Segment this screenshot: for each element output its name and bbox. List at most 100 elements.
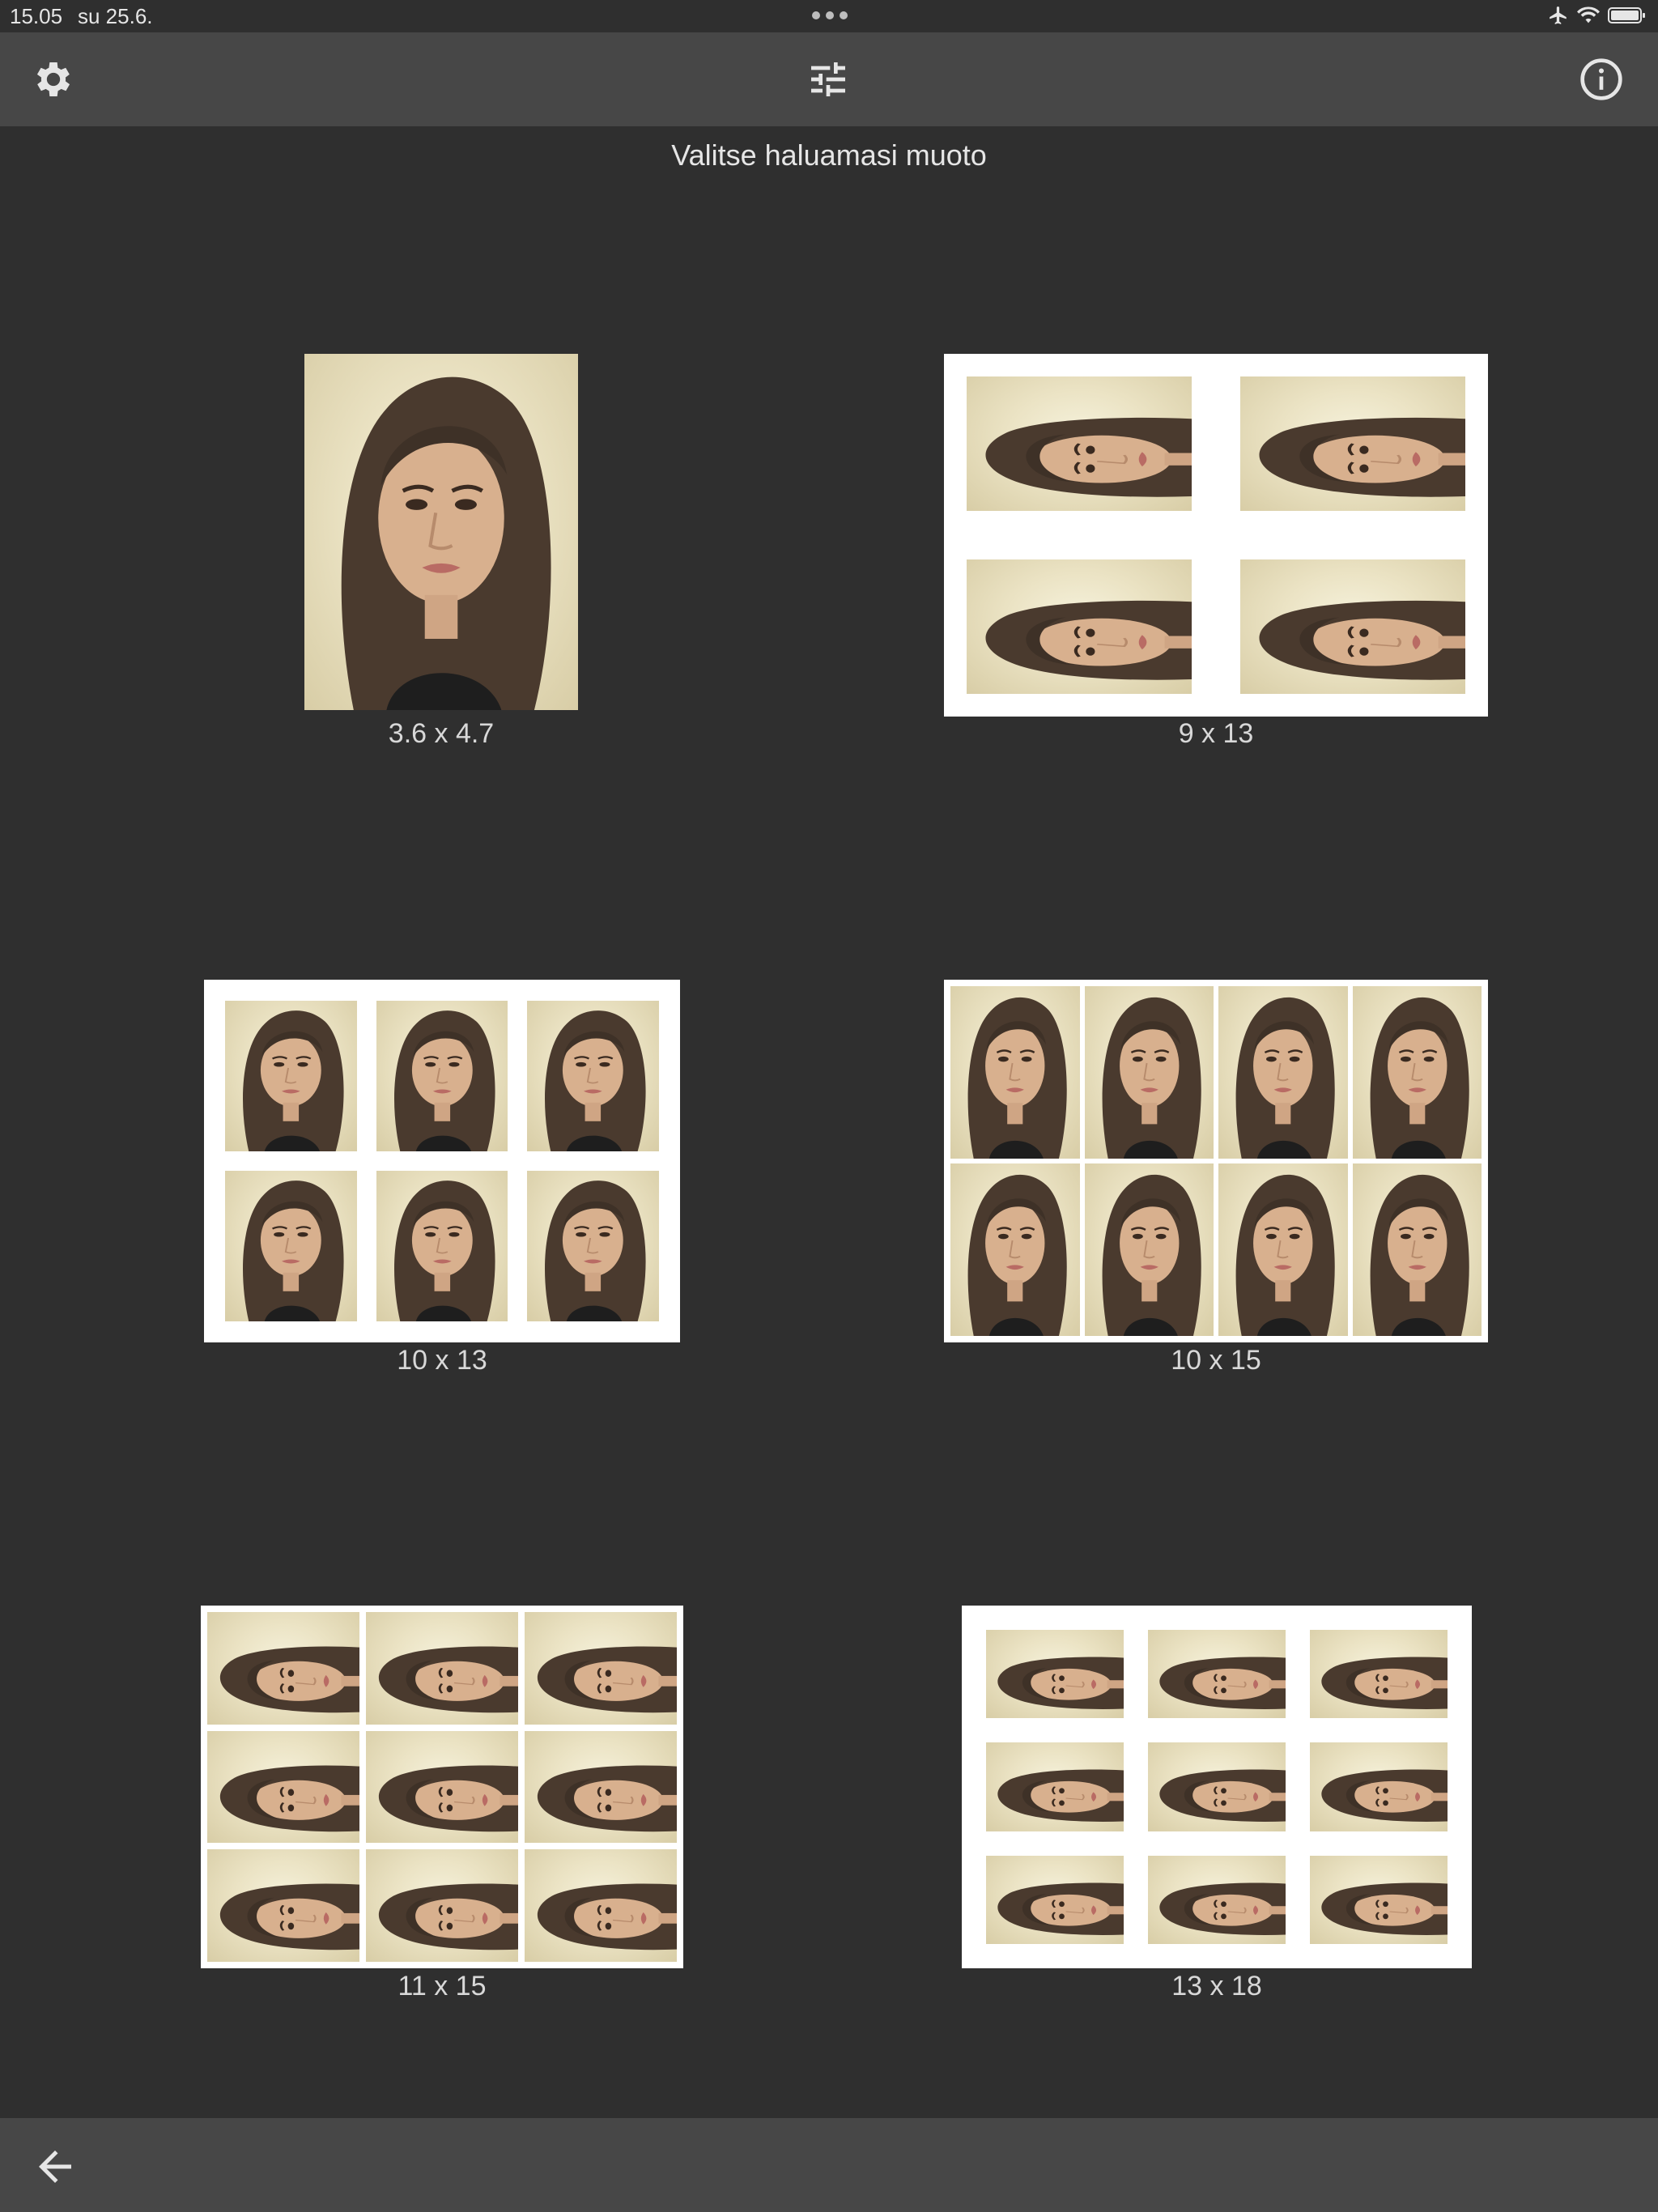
passport-photo-thumbnail <box>1084 986 1214 1159</box>
portrait-face <box>1102 997 1201 1159</box>
bottom-toolbar <box>0 2118 1658 2212</box>
portrait-face <box>985 600 1192 680</box>
passport-photo-thumbnail <box>950 1163 1080 1336</box>
passport-photo-thumbnail <box>207 1612 359 1725</box>
passport-photo-thumbnail <box>1310 1855 1448 1944</box>
portrait-face <box>1159 1882 1286 1935</box>
portrait-face <box>1259 417 1465 497</box>
passport-photo-thumbnail <box>366 1612 518 1725</box>
passport-photo-thumbnail <box>525 1612 677 1725</box>
passport-photo-thumbnail <box>366 1849 518 1962</box>
portrait-face <box>378 1765 518 1831</box>
print-sheet-preview <box>962 1606 1472 1968</box>
passport-photo-thumbnail <box>950 986 1080 1159</box>
portrait-face <box>985 417 1192 497</box>
passport-photo-thumbnail <box>525 1730 677 1844</box>
format-label: 11 x 15 <box>397 1971 487 2001</box>
portrait-face <box>1235 1174 1335 1336</box>
format-label: 3.6 x 4.7 <box>388 718 495 749</box>
portrait-face <box>1159 1657 1286 1709</box>
portrait-face <box>537 1765 677 1831</box>
print-sheet-preview <box>201 1606 683 1968</box>
passport-photo-thumbnail <box>207 1849 359 1962</box>
gear-icon <box>36 62 70 96</box>
passport-photo-thumbnail <box>366 1730 518 1844</box>
print-sheet-preview <box>944 980 1488 1342</box>
passport-photo-thumbnail <box>986 1630 1124 1719</box>
portrait-face <box>997 1882 1124 1935</box>
passport-photo-thumbnail <box>525 1849 677 1962</box>
passport-photo-thumbnail <box>1148 1855 1286 1944</box>
format-option[interactable]: 11 x 15 <box>201 1606 683 2009</box>
passport-photo-thumbnail <box>1084 1163 1214 1336</box>
passport-photo-thumbnail <box>1310 1742 1448 1831</box>
portrait-face <box>1321 1657 1448 1709</box>
arrow-left-icon <box>39 2150 71 2183</box>
portrait-face <box>219 1883 359 1950</box>
portrait-face <box>997 1657 1124 1709</box>
portrait-face <box>997 1769 1124 1823</box>
page-title: Valitse haluamasi muoto <box>671 138 987 172</box>
format-option[interactable]: 3.6 x 4.7 <box>304 354 578 756</box>
portrait-face <box>1259 600 1465 680</box>
passport-photo-thumbnail <box>527 1001 659 1151</box>
portrait-face <box>341 376 551 710</box>
format-option[interactable]: 13 x 18 <box>962 1606 1472 2009</box>
print-sheet-preview <box>304 354 578 710</box>
format-label: 9 x 13 <box>1178 718 1254 749</box>
passport-photo-thumbnail <box>1148 1742 1286 1831</box>
portrait-face <box>378 1883 518 1950</box>
passport-photo-thumbnail <box>376 1001 508 1151</box>
portrait-face <box>1102 1174 1201 1336</box>
portrait-face <box>219 1765 359 1831</box>
status-date: su 25.6. <box>78 4 153 28</box>
passport-photo-thumbnail <box>1148 1630 1286 1719</box>
format-label: 10 x 15 <box>1171 1345 1261 1376</box>
format-option[interactable]: 10 x 13 <box>204 980 680 1383</box>
portrait-face <box>537 1646 677 1713</box>
sliders-icon <box>811 62 845 96</box>
passport-photo-thumbnail <box>225 1171 357 1321</box>
format-label: 10 x 13 <box>397 1345 487 1376</box>
passport-photo-thumbnail <box>1218 986 1348 1159</box>
portrait-face <box>967 997 1067 1159</box>
adjust-button[interactable] <box>804 55 852 104</box>
passport-photo-thumbnail <box>376 1171 508 1321</box>
print-sheet-preview <box>944 354 1488 717</box>
portrait-face <box>545 1180 646 1321</box>
portrait-face <box>1235 997 1335 1159</box>
status-time: 15.05 <box>10 4 63 28</box>
passport-photo-thumbnail <box>967 376 1192 511</box>
passport-photo-thumbnail <box>1310 1630 1448 1719</box>
format-option[interactable]: 9 x 13 <box>944 354 1488 756</box>
portrait-face <box>393 1010 495 1151</box>
passport-photo-thumbnail <box>1240 376 1465 511</box>
passport-photo-thumbnail <box>1352 986 1482 1159</box>
passport-photo-thumbnail <box>1352 1163 1482 1336</box>
passport-photo-thumbnail <box>986 1742 1124 1831</box>
portrait-face <box>393 1180 495 1321</box>
portrait-face <box>1321 1769 1448 1823</box>
portrait-face <box>537 1883 677 1950</box>
portrait-face <box>1370 997 1469 1159</box>
multitasking-dots-icon[interactable] <box>812 11 848 19</box>
top-toolbar <box>0 32 1658 126</box>
passport-photo-thumbnail <box>527 1171 659 1321</box>
format-option[interactable]: 10 x 15 <box>944 980 1488 1383</box>
settings-button[interactable] <box>29 55 78 104</box>
status-bar: 15.05 su 25.6. <box>0 0 1658 32</box>
portrait-face <box>545 1010 646 1151</box>
passport-photo-thumbnail <box>967 559 1192 694</box>
portrait-face <box>243 1180 344 1321</box>
wifi-icon <box>1577 6 1600 23</box>
airplane-icon <box>1550 6 1567 24</box>
battery-icon <box>1608 7 1645 23</box>
back-button[interactable] <box>31 2142 79 2191</box>
portrait-face <box>243 1010 344 1151</box>
passport-photo-thumbnail <box>986 1855 1124 1944</box>
info-icon <box>1580 58 1622 100</box>
info-button[interactable] <box>1577 55 1626 104</box>
passport-photo-thumbnail <box>225 1001 357 1151</box>
portrait-face <box>1159 1769 1286 1823</box>
passport-photo-thumbnail <box>1240 559 1465 694</box>
